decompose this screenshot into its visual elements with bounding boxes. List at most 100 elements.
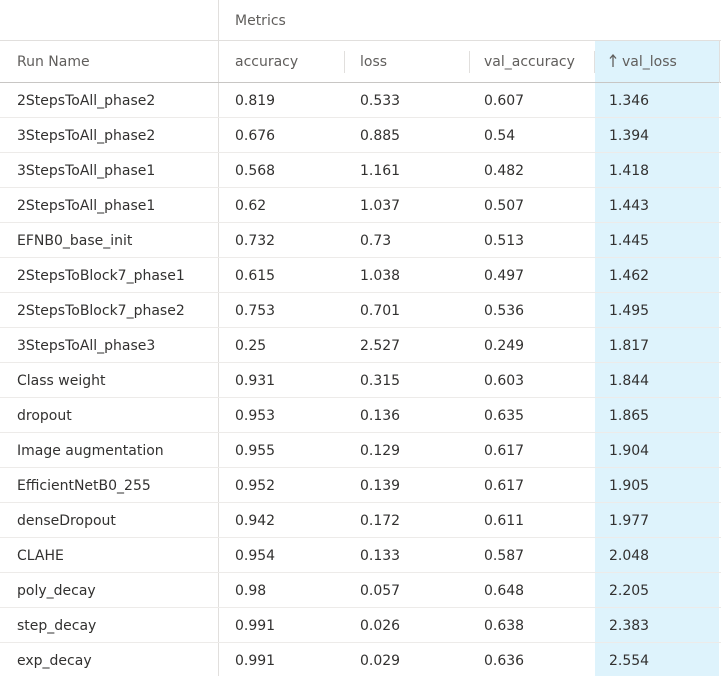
- loss-cell: 0.057: [360, 583, 401, 599]
- column-header-val-accuracy-label: val_accuracy: [484, 54, 575, 70]
- loss-cell: 0.315: [360, 373, 401, 389]
- val-accuracy-cell: 0.249: [484, 338, 525, 354]
- val-accuracy-cell: 0.513: [484, 233, 525, 249]
- table-row[interactable]: 3StepsToAll_phase3 0.25 2.527 0.249 1.817: [0, 328, 721, 363]
- group-header-row: Metrics: [0, 0, 721, 41]
- run-name-cell: CLAHE: [0, 538, 219, 572]
- table-body: 2StepsToAll_phase2 0.819 0.533 0.607 1.346 3S…: [0, 83, 721, 676]
- loss-cell: 0.701: [360, 303, 401, 319]
- column-header-val-loss[interactable]: val_loss: [595, 41, 719, 82]
- run-name-cell: exp_decay: [0, 643, 219, 676]
- run-name-cell: denseDropout: [0, 503, 219, 537]
- table-row[interactable]: EFNB0_base_init 0.732 0.73 0.513 1.445: [0, 223, 721, 258]
- table-row[interactable]: EfficientNetB0_255 0.952 0.139 0.617 1.905: [0, 468, 721, 503]
- group-header-spacer: [0, 0, 219, 40]
- arrow-up-icon: [609, 54, 617, 67]
- accuracy-cell: 0.676: [235, 128, 276, 144]
- val-loss-cell: 2.048: [609, 548, 650, 564]
- loss-cell: 0.136: [360, 408, 401, 424]
- val-accuracy-cell: 0.638: [484, 618, 525, 634]
- accuracy-cell: 0.98: [235, 583, 267, 599]
- loss-cell: 0.73: [360, 233, 392, 249]
- column-header-loss-label: loss: [360, 54, 388, 70]
- accuracy-cell: 0.991: [235, 618, 276, 634]
- loss-cell: 1.038: [360, 268, 401, 284]
- table-row[interactable]: 2StepsToBlock7_phase1 0.615 1.038 0.497 1.46…: [0, 258, 721, 293]
- column-header-loss[interactable]: loss: [345, 41, 470, 82]
- table-row[interactable]: Image augmentation 0.955 0.129 0.617 1.904: [0, 433, 721, 468]
- loss-cell: 0.026: [360, 618, 401, 634]
- run-name-cell: 2StepsToAll_phase1: [0, 188, 219, 222]
- loss-cell: 0.139: [360, 478, 401, 494]
- accuracy-cell: 0.953: [235, 408, 276, 424]
- column-header-run-name-label: Run Name: [17, 54, 90, 70]
- val-loss-cell: 1.418: [609, 163, 650, 179]
- loss-cell: 0.133: [360, 548, 401, 564]
- column-header-row: Run Name accuracy loss val_accuracy val_…: [0, 41, 721, 83]
- table-row[interactable]: 3StepsToAll_phase2 0.676 0.885 0.54 1.394: [0, 118, 721, 153]
- accuracy-cell: 0.952: [235, 478, 276, 494]
- run-name-cell: EfficientNetB0_255: [0, 468, 219, 502]
- val-loss-cell: 1.904: [609, 443, 650, 459]
- val-accuracy-cell: 0.648: [484, 583, 525, 599]
- run-name-cell: poly_decay: [0, 573, 219, 607]
- val-loss-cell: 2.205: [609, 583, 650, 599]
- loss-cell: 0.172: [360, 513, 401, 529]
- accuracy-cell: 0.819: [235, 93, 276, 109]
- loss-cell: 1.037: [360, 198, 401, 214]
- metrics-table: Metrics Run Name accuracy loss val_accur…: [0, 0, 721, 676]
- loss-cell: 1.161: [360, 163, 401, 179]
- run-name-cell: dropout: [0, 398, 219, 432]
- accuracy-cell: 0.991: [235, 653, 276, 669]
- accuracy-cell: 0.62: [235, 198, 267, 214]
- table-row[interactable]: CLAHE 0.954 0.133 0.587 2.048: [0, 538, 721, 573]
- table-row[interactable]: Class weight 0.931 0.315 0.603 1.844: [0, 363, 721, 398]
- loss-cell: 2.527: [360, 338, 401, 354]
- run-name-cell: 2StepsToBlock7_phase1: [0, 258, 219, 292]
- table-row[interactable]: poly_decay 0.98 0.057 0.648 2.205: [0, 573, 721, 608]
- accuracy-cell: 0.753: [235, 303, 276, 319]
- table-row[interactable]: dropout 0.953 0.136 0.635 1.865: [0, 398, 721, 433]
- val-accuracy-cell: 0.607: [484, 93, 525, 109]
- val-loss-cell: 1.394: [609, 128, 650, 144]
- column-header-val-loss-content: val_loss: [609, 41, 677, 84]
- accuracy-cell: 0.615: [235, 268, 276, 284]
- loss-cell: 0.129: [360, 443, 401, 459]
- accuracy-cell: 0.568: [235, 163, 276, 179]
- val-accuracy-cell: 0.611: [484, 513, 525, 529]
- loss-cell: 0.029: [360, 653, 401, 669]
- val-accuracy-cell: 0.587: [484, 548, 525, 564]
- val-loss-cell: 2.383: [609, 618, 650, 634]
- val-accuracy-cell: 0.507: [484, 198, 525, 214]
- table-row[interactable]: denseDropout 0.942 0.172 0.611 1.977: [0, 503, 721, 538]
- run-name-cell: 3StepsToAll_phase3: [0, 328, 219, 362]
- val-accuracy-cell: 0.54: [484, 128, 516, 144]
- run-name-cell: step_decay: [0, 608, 219, 642]
- column-header-accuracy-label: accuracy: [235, 54, 299, 70]
- run-name-cell: 3StepsToAll_phase1: [0, 153, 219, 187]
- val-accuracy-cell: 0.482: [484, 163, 525, 179]
- val-accuracy-cell: 0.635: [484, 408, 525, 424]
- run-name-cell: 3StepsToAll_phase2: [0, 118, 219, 152]
- header-right-divider: [719, 41, 720, 83]
- val-accuracy-cell: 0.636: [484, 653, 525, 669]
- column-header-accuracy[interactable]: accuracy: [219, 41, 345, 82]
- val-loss-cell: 1.462: [609, 268, 650, 284]
- column-header-run-name[interactable]: Run Name: [0, 41, 219, 82]
- val-accuracy-cell: 0.617: [484, 443, 525, 459]
- loss-cell: 0.885: [360, 128, 401, 144]
- val-loss-cell: 1.905: [609, 478, 650, 494]
- table-row[interactable]: 2StepsToBlock7_phase2 0.753 0.701 0.536 1.49…: [0, 293, 721, 328]
- table-row[interactable]: 2StepsToAll_phase1 0.62 1.037 0.507 1.443: [0, 188, 721, 223]
- table-row[interactable]: 3StepsToAll_phase1 0.568 1.161 0.482 1.418: [0, 153, 721, 188]
- val-accuracy-cell: 0.603: [484, 373, 525, 389]
- table-row[interactable]: exp_decay 0.991 0.029 0.636 2.554: [0, 643, 721, 676]
- accuracy-cell: 0.25: [235, 338, 267, 354]
- accuracy-cell: 0.732: [235, 233, 276, 249]
- accuracy-cell: 0.955: [235, 443, 276, 459]
- val-accuracy-cell: 0.617: [484, 478, 525, 494]
- table-row[interactable]: 2StepsToAll_phase2 0.819 0.533 0.607 1.346: [0, 83, 721, 118]
- column-header-val-accuracy[interactable]: val_accuracy: [470, 41, 595, 82]
- val-loss-cell: 1.443: [609, 198, 650, 214]
- table-row[interactable]: step_decay 0.991 0.026 0.638 2.383: [0, 608, 721, 643]
